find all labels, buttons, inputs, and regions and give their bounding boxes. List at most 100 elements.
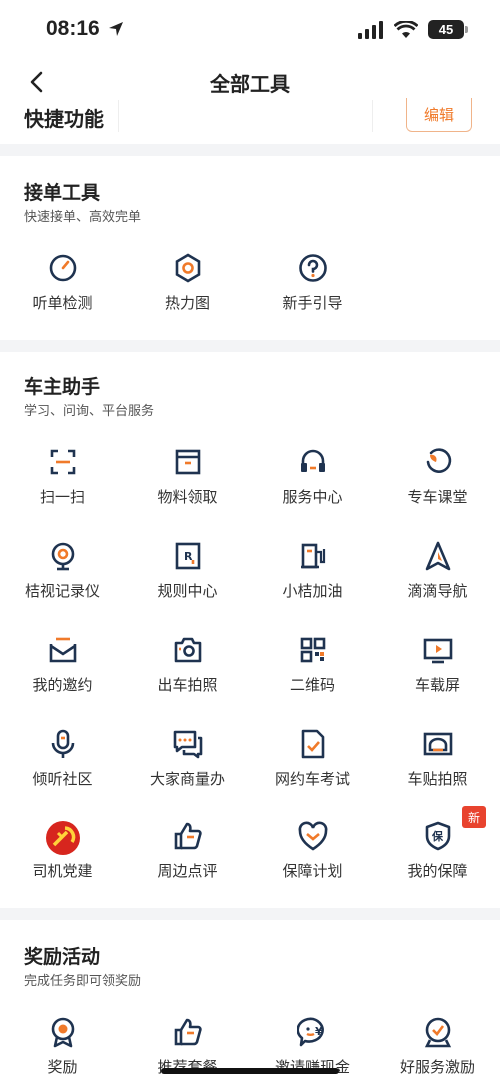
qr-code-icon xyxy=(300,637,326,663)
tool-qr-code[interactable]: 二维码 xyxy=(250,634,375,714)
section-subtitle: 完成任务即可领奖励 xyxy=(24,974,142,989)
tool-label: 听单检测 xyxy=(32,294,93,312)
tool-label: 网约车考试 xyxy=(274,770,350,788)
section-title: 车主助手 xyxy=(24,376,101,398)
heart-shield-icon xyxy=(298,821,328,851)
tool-label: 奖励 xyxy=(47,1058,78,1076)
status-indicators: 45 xyxy=(358,20,468,39)
tool-label: 司机党建 xyxy=(32,862,93,880)
tool-materials[interactable]: 物料领取 xyxy=(125,446,250,526)
tool-protection-plan[interactable]: 保障计划 xyxy=(250,820,375,900)
signal-icon xyxy=(358,20,383,39)
classroom-icon xyxy=(426,448,452,473)
tool-label: 扫一扫 xyxy=(39,488,85,506)
tool-label: 规则中心 xyxy=(157,582,218,600)
status-bar: 08:16 45 xyxy=(0,0,500,58)
tool-service-center[interactable]: 服务中心 xyxy=(250,446,375,526)
tool-label: 周边点评 xyxy=(157,862,218,880)
tool-label: 滴滴导航 xyxy=(407,582,468,600)
tool-label: 出车拍照 xyxy=(157,676,218,694)
rules-icon: R xyxy=(175,542,201,570)
location-arrow-icon xyxy=(109,22,123,36)
quick-functions-title: 快捷功能 xyxy=(24,107,104,131)
tool-driver-party[interactable]: 司机党建 xyxy=(0,820,125,900)
materials-icon xyxy=(175,449,201,475)
tool-label: 车贴拍照 xyxy=(407,770,468,788)
section-reward-activities: 奖励活动 完成任务即可领奖励 奖励 推荐套餐 ¥ 邀请赚现金 好服务激励 xyxy=(0,920,500,1082)
cash-chat-icon: ¥ xyxy=(297,1017,324,1047)
divider xyxy=(372,100,373,132)
question-icon xyxy=(299,254,327,282)
recommend-icon xyxy=(174,1018,202,1046)
section-title: 奖励活动 xyxy=(24,946,101,968)
section-divider xyxy=(0,908,500,920)
tool-ride-hailing-exam[interactable]: 网约车考试 xyxy=(250,728,375,808)
tool-scan[interactable]: 扫一扫 xyxy=(0,446,125,526)
section-divider xyxy=(0,144,500,156)
thumbs-up-icon xyxy=(174,822,202,850)
envelope-icon xyxy=(49,637,77,663)
medal-icon xyxy=(51,1017,75,1048)
battery-level: 45 xyxy=(438,22,454,37)
tool-label: 我的保障 xyxy=(407,862,468,880)
tool-label: 新手引导 xyxy=(282,294,343,312)
tool-newbie-guide[interactable]: 新手引导 xyxy=(250,252,375,332)
tool-label: 保障计划 xyxy=(282,862,343,880)
wifi-icon xyxy=(394,20,418,38)
tool-label: 二维码 xyxy=(289,676,335,694)
tool-label: 我的邀约 xyxy=(32,676,93,694)
protection-icon: 保 xyxy=(425,821,451,851)
tool-rewards[interactable]: 奖励 xyxy=(0,1016,125,1082)
battery-icon: 45 xyxy=(428,20,468,39)
tool-rules-center[interactable]: R 规则中心 xyxy=(125,540,250,620)
svg-text:保: 保 xyxy=(431,829,444,843)
tool-trip-photo[interactable]: 出车拍照 xyxy=(125,634,250,714)
tool-discuss-together[interactable]: 大家商量办 xyxy=(125,728,250,808)
tool-label: 专车课堂 xyxy=(407,488,468,506)
tool-listening-check[interactable]: 听单检测 xyxy=(0,252,125,332)
tool-didi-navigation[interactable]: 滴滴导航 xyxy=(375,540,500,620)
tool-classroom[interactable]: 专车课堂 xyxy=(375,446,500,526)
section-driver-assistant: 车主助手 学习、问询、平台服务 扫一扫 物料领取 服务中心 专车课堂 桔视记录仪… xyxy=(0,352,500,908)
divider xyxy=(118,100,119,132)
fuel-icon xyxy=(301,543,326,569)
edit-button[interactable]: 编辑 xyxy=(406,98,472,132)
page-title: 全部工具 xyxy=(210,72,290,96)
tool-my-protection[interactable]: 保 我的保障 xyxy=(375,820,500,900)
camera-recorder-icon xyxy=(51,542,75,571)
exam-icon xyxy=(301,729,325,759)
tool-label: 好服务激励 xyxy=(399,1058,475,1076)
gauge-icon xyxy=(49,254,77,282)
tool-label: 服务中心 xyxy=(282,488,343,506)
car-sticker-icon xyxy=(423,732,453,756)
quick-functions-row: 快捷功能 编辑 xyxy=(0,98,500,142)
tool-label: 车载屏 xyxy=(414,676,460,694)
new-badge: 新 xyxy=(462,806,486,828)
tool-label: 热力图 xyxy=(164,294,210,312)
badge-check-icon xyxy=(424,1017,452,1048)
photo-camera-icon xyxy=(174,637,202,663)
tool-heatmap[interactable]: 热力图 xyxy=(125,252,250,332)
tool-car-sticker-photo[interactable]: 车贴拍照 xyxy=(375,728,500,808)
tool-good-service-incentive[interactable]: 好服务激励 xyxy=(375,1016,500,1082)
heatmap-icon xyxy=(175,253,201,283)
status-time: 08:16 xyxy=(46,17,100,40)
svg-text:R: R xyxy=(184,550,193,563)
tool-label: 物料领取 xyxy=(157,488,218,506)
tool-my-invitations[interactable]: 我的邀约 xyxy=(0,634,125,714)
chat-icon xyxy=(173,730,203,759)
headset-icon xyxy=(301,449,325,472)
tool-car-screen[interactable]: 车载屏 xyxy=(375,634,500,714)
tool-fuel[interactable]: 小桔加油 xyxy=(250,540,375,620)
section-order-tools: 接单工具 快速接单、高效完单 听单检测 热力图 新手引导 xyxy=(0,156,500,340)
section-subtitle: 学习、问询、平台服务 xyxy=(24,404,155,419)
home-indicator[interactable] xyxy=(161,1068,339,1074)
tool-dashcam[interactable]: 桔视记录仪 xyxy=(0,540,125,620)
tool-listen-community[interactable]: 倾听社区 xyxy=(0,728,125,808)
section-title: 接单工具 xyxy=(24,182,101,204)
tool-label: 桔视记录仪 xyxy=(24,582,100,600)
tool-label: 小桔加油 xyxy=(282,582,343,600)
section-subtitle: 快速接单、高效完单 xyxy=(24,210,142,225)
tool-nearby-reviews[interactable]: 周边点评 xyxy=(125,820,250,900)
tool-label: 倾听社区 xyxy=(32,770,93,788)
